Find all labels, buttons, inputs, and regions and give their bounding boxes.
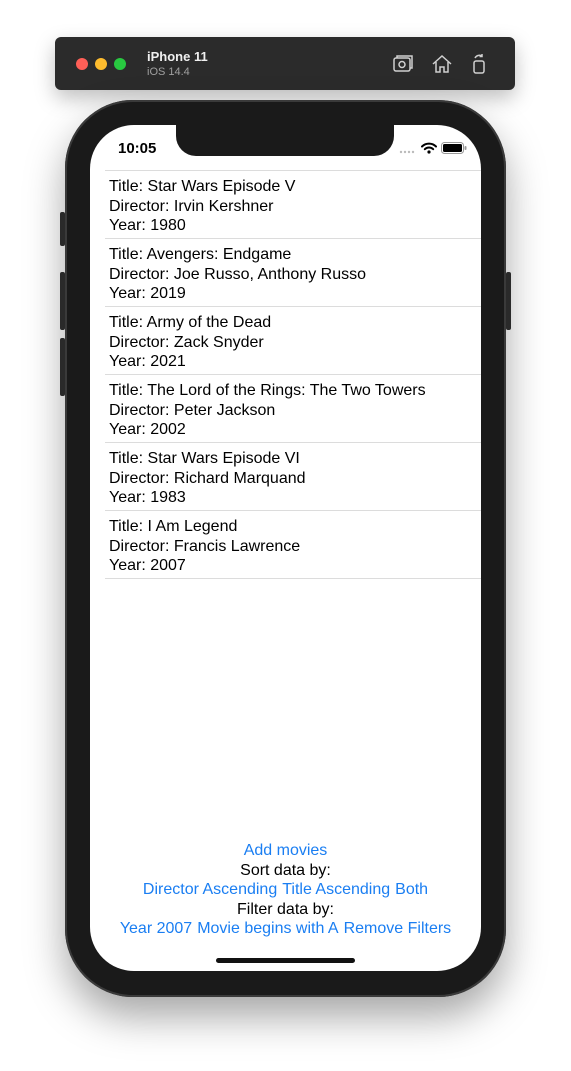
rotate-icon[interactable] [467, 52, 491, 76]
close-window-button[interactable] [76, 58, 88, 70]
movie-list-item[interactable]: Title: I Am Legend Director: Francis Law… [105, 511, 481, 579]
sort-director-ascending-button[interactable]: Director Ascending [143, 881, 277, 898]
movie-year: Year: 1980 [109, 217, 186, 234]
movie-list[interactable]: Title: Star Wars Episode V Director: Irv… [105, 170, 481, 579]
sort-title-ascending-button[interactable]: Title Ascending [282, 881, 390, 898]
movie-director: Director: Francis Lawrence [109, 537, 301, 555]
battery-icon [441, 141, 467, 159]
movie-title: Title: Army of the Dead [109, 314, 272, 331]
volume-up-button [60, 272, 65, 330]
movie-year: Year: 1983 [109, 489, 186, 506]
remove-filters-button[interactable]: Remove Filters [344, 920, 452, 937]
filter-begins-with-a-button[interactable]: Movie begins with A [197, 920, 338, 937]
device-screen: 10:05 Title: Star Wars Episode V Directo… [90, 125, 481, 971]
notch [176, 125, 394, 156]
status-icons [399, 141, 467, 159]
device-name: iPhone 11 [147, 49, 208, 64]
wifi-icon [421, 141, 437, 159]
controls-panel: Add movies Sort data by: Director Ascend… [90, 841, 481, 939]
movie-title: Title: Star Wars Episode V [109, 178, 296, 195]
movie-director: Director: Richard Marquand [109, 469, 306, 487]
filter-year-2007-button[interactable]: Year 2007 [120, 920, 192, 937]
movie-title: Title: Avengers: Endgame [109, 246, 292, 263]
movie-year: Year: 2019 [109, 285, 186, 302]
zoom-window-button[interactable] [114, 58, 126, 70]
movie-list-item[interactable]: Title: Star Wars Episode V Director: Irv… [105, 171, 481, 239]
add-movies-button[interactable]: Add movies [244, 842, 328, 859]
sort-both-button[interactable]: Both [395, 881, 428, 898]
minimize-window-button[interactable] [95, 58, 107, 70]
signal-icon [399, 141, 417, 159]
movie-title: Title: The Lord of the Rings: The Two To… [109, 382, 426, 399]
movie-director: Director: Zack Snyder [109, 333, 264, 351]
movie-director: Director: Joe Russo, Anthony Russo [109, 265, 367, 283]
movie-year: Year: 2021 [109, 353, 186, 370]
movie-director: Director: Irvin Kershner [109, 197, 274, 215]
home-indicator[interactable] [216, 958, 355, 963]
home-icon[interactable] [430, 52, 454, 76]
screenshot-icon[interactable] [391, 52, 415, 76]
os-version: iOS 14.4 [147, 66, 190, 78]
simulator-title-bar: iPhone 11 iOS 14.4 [55, 37, 515, 90]
movie-list-item[interactable]: Title: The Lord of the Rings: The Two To… [105, 375, 481, 443]
mute-switch [60, 212, 65, 246]
filter-label: Filter data by: [237, 900, 334, 918]
sort-label: Sort data by: [240, 861, 331, 879]
movie-year: Year: 2002 [109, 421, 186, 438]
movie-title: Title: Star Wars Episode VI [109, 450, 300, 467]
movie-list-item[interactable]: Title: Avengers: Endgame Director: Joe R… [105, 239, 481, 307]
movie-list-item[interactable]: Title: Army of the Dead Director: Zack S… [105, 307, 481, 375]
movie-title: Title: I Am Legend [109, 518, 238, 535]
status-time: 10:05 [118, 140, 157, 157]
movie-year: Year: 2007 [109, 557, 186, 574]
volume-down-button [60, 338, 65, 396]
power-button [506, 272, 511, 330]
movie-director: Director: Peter Jackson [109, 401, 276, 419]
movie-list-item[interactable]: Title: Star Wars Episode VI Director: Ri… [105, 443, 481, 511]
